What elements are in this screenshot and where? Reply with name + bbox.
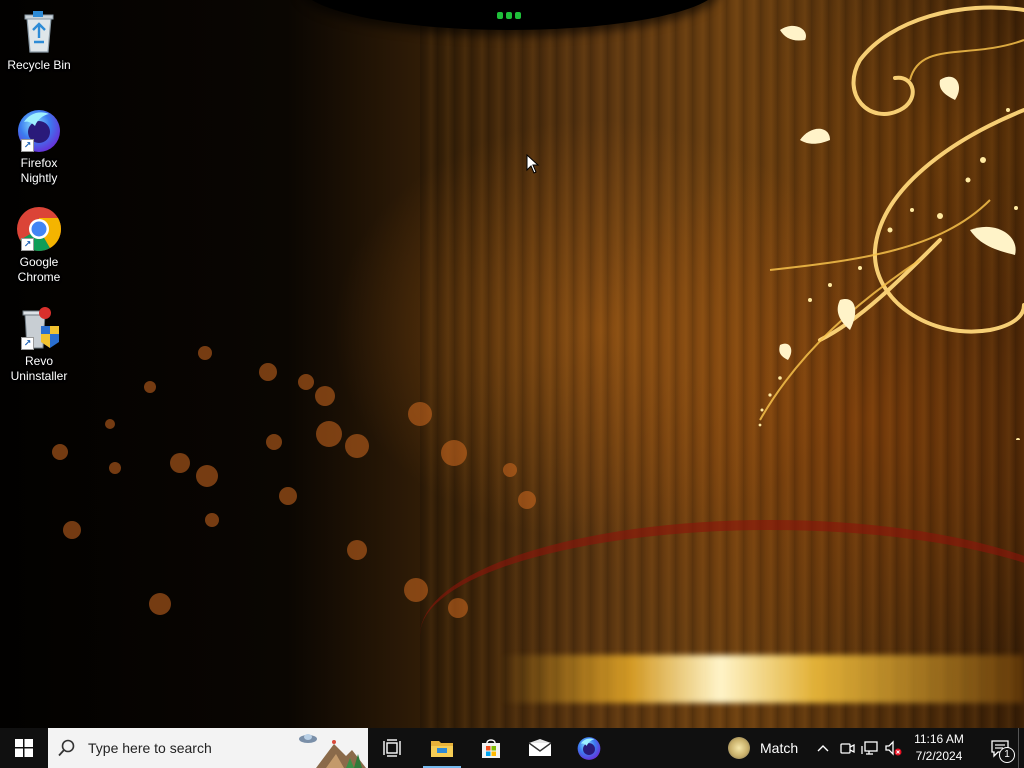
show-desktop-button[interactable] bbox=[1018, 728, 1024, 768]
desktop-icon-label: Nightly bbox=[20, 171, 58, 185]
clock-date: 7/2/2024 bbox=[915, 749, 963, 763]
microsoft-store-icon bbox=[482, 739, 500, 758]
desktop-icon-revo-uninstaller[interactable]: ↗ Revo Uninstaller bbox=[4, 304, 74, 384]
network-icon[interactable] bbox=[861, 739, 879, 757]
weather-sun-icon bbox=[728, 737, 750, 759]
file-explorer-button[interactable] bbox=[418, 728, 466, 768]
file-explorer-icon bbox=[431, 741, 453, 757]
volume-muted-icon[interactable] bbox=[884, 739, 902, 757]
desktop[interactable]: Recycle Bin ↗ Firefox Nightly ↗ Google C… bbox=[0, 0, 1024, 728]
task-view-icon bbox=[383, 739, 401, 757]
task-view-button[interactable] bbox=[368, 728, 416, 768]
taskbar: Type here to search Match 11:16 AM 7/2/2… bbox=[0, 728, 1024, 768]
taskbar-clock[interactable]: 11:16 AM 7/2/2024 bbox=[906, 731, 972, 765]
desktop-icon-label: Firefox bbox=[20, 156, 58, 170]
desktop-icon-recycle-bin[interactable]: Recycle Bin bbox=[4, 8, 74, 73]
wallpaper-swirl bbox=[758, 5, 1024, 440]
desktop-icon-label: Chrome bbox=[17, 270, 61, 284]
shortcut-arrow-icon: ↗ bbox=[21, 238, 34, 251]
windows-logo-icon bbox=[15, 739, 33, 757]
firefox-nightly-taskbar-button[interactable] bbox=[565, 728, 613, 768]
meet-now-icon[interactable] bbox=[838, 739, 856, 757]
shortcut-arrow-icon: ↗ bbox=[21, 337, 34, 350]
search-placeholder: Type here to search bbox=[88, 740, 212, 756]
clock-time: 11:16 AM bbox=[914, 732, 964, 746]
microsoft-store-button[interactable] bbox=[467, 728, 515, 768]
recycle-bin-icon bbox=[15, 8, 63, 56]
revo-uninstaller-icon: ↗ bbox=[15, 304, 63, 352]
action-center-button[interactable]: 1 bbox=[976, 728, 1024, 768]
taskbar-search-box[interactable]: Type here to search bbox=[48, 728, 368, 768]
desktop-icon-label: Uninstaller bbox=[10, 369, 68, 383]
desktop-icon-firefox-nightly[interactable]: ↗ Firefox Nightly bbox=[4, 106, 74, 186]
firefox-nightly-icon: ↗ bbox=[15, 106, 63, 154]
wallpaper-green-dots bbox=[497, 6, 527, 19]
desktop-icon-label: Google bbox=[19, 255, 59, 269]
shortcut-arrow-icon: ↗ bbox=[21, 139, 34, 152]
chrome-icon: ↗ bbox=[15, 205, 63, 253]
mail-icon bbox=[528, 739, 552, 756]
start-button[interactable] bbox=[0, 728, 48, 768]
search-icon bbox=[58, 739, 75, 757]
search-highlight-illustration-icon bbox=[299, 734, 366, 768]
desktop-icon-label: Recycle Bin bbox=[7, 58, 71, 72]
notification-count-badge: 1 bbox=[999, 747, 1015, 763]
weather-label: Match bbox=[760, 740, 799, 756]
firefox-nightly-icon bbox=[577, 737, 601, 760]
desktop-icon-google-chrome[interactable]: ↗ Google Chrome bbox=[4, 205, 74, 285]
desktop-icon-label: Revo bbox=[24, 354, 53, 368]
mail-button[interactable] bbox=[516, 728, 564, 768]
chevron-up-icon[interactable] bbox=[814, 739, 832, 757]
weather-widget[interactable]: Match bbox=[728, 728, 798, 768]
mouse-pointer-icon bbox=[526, 154, 540, 174]
